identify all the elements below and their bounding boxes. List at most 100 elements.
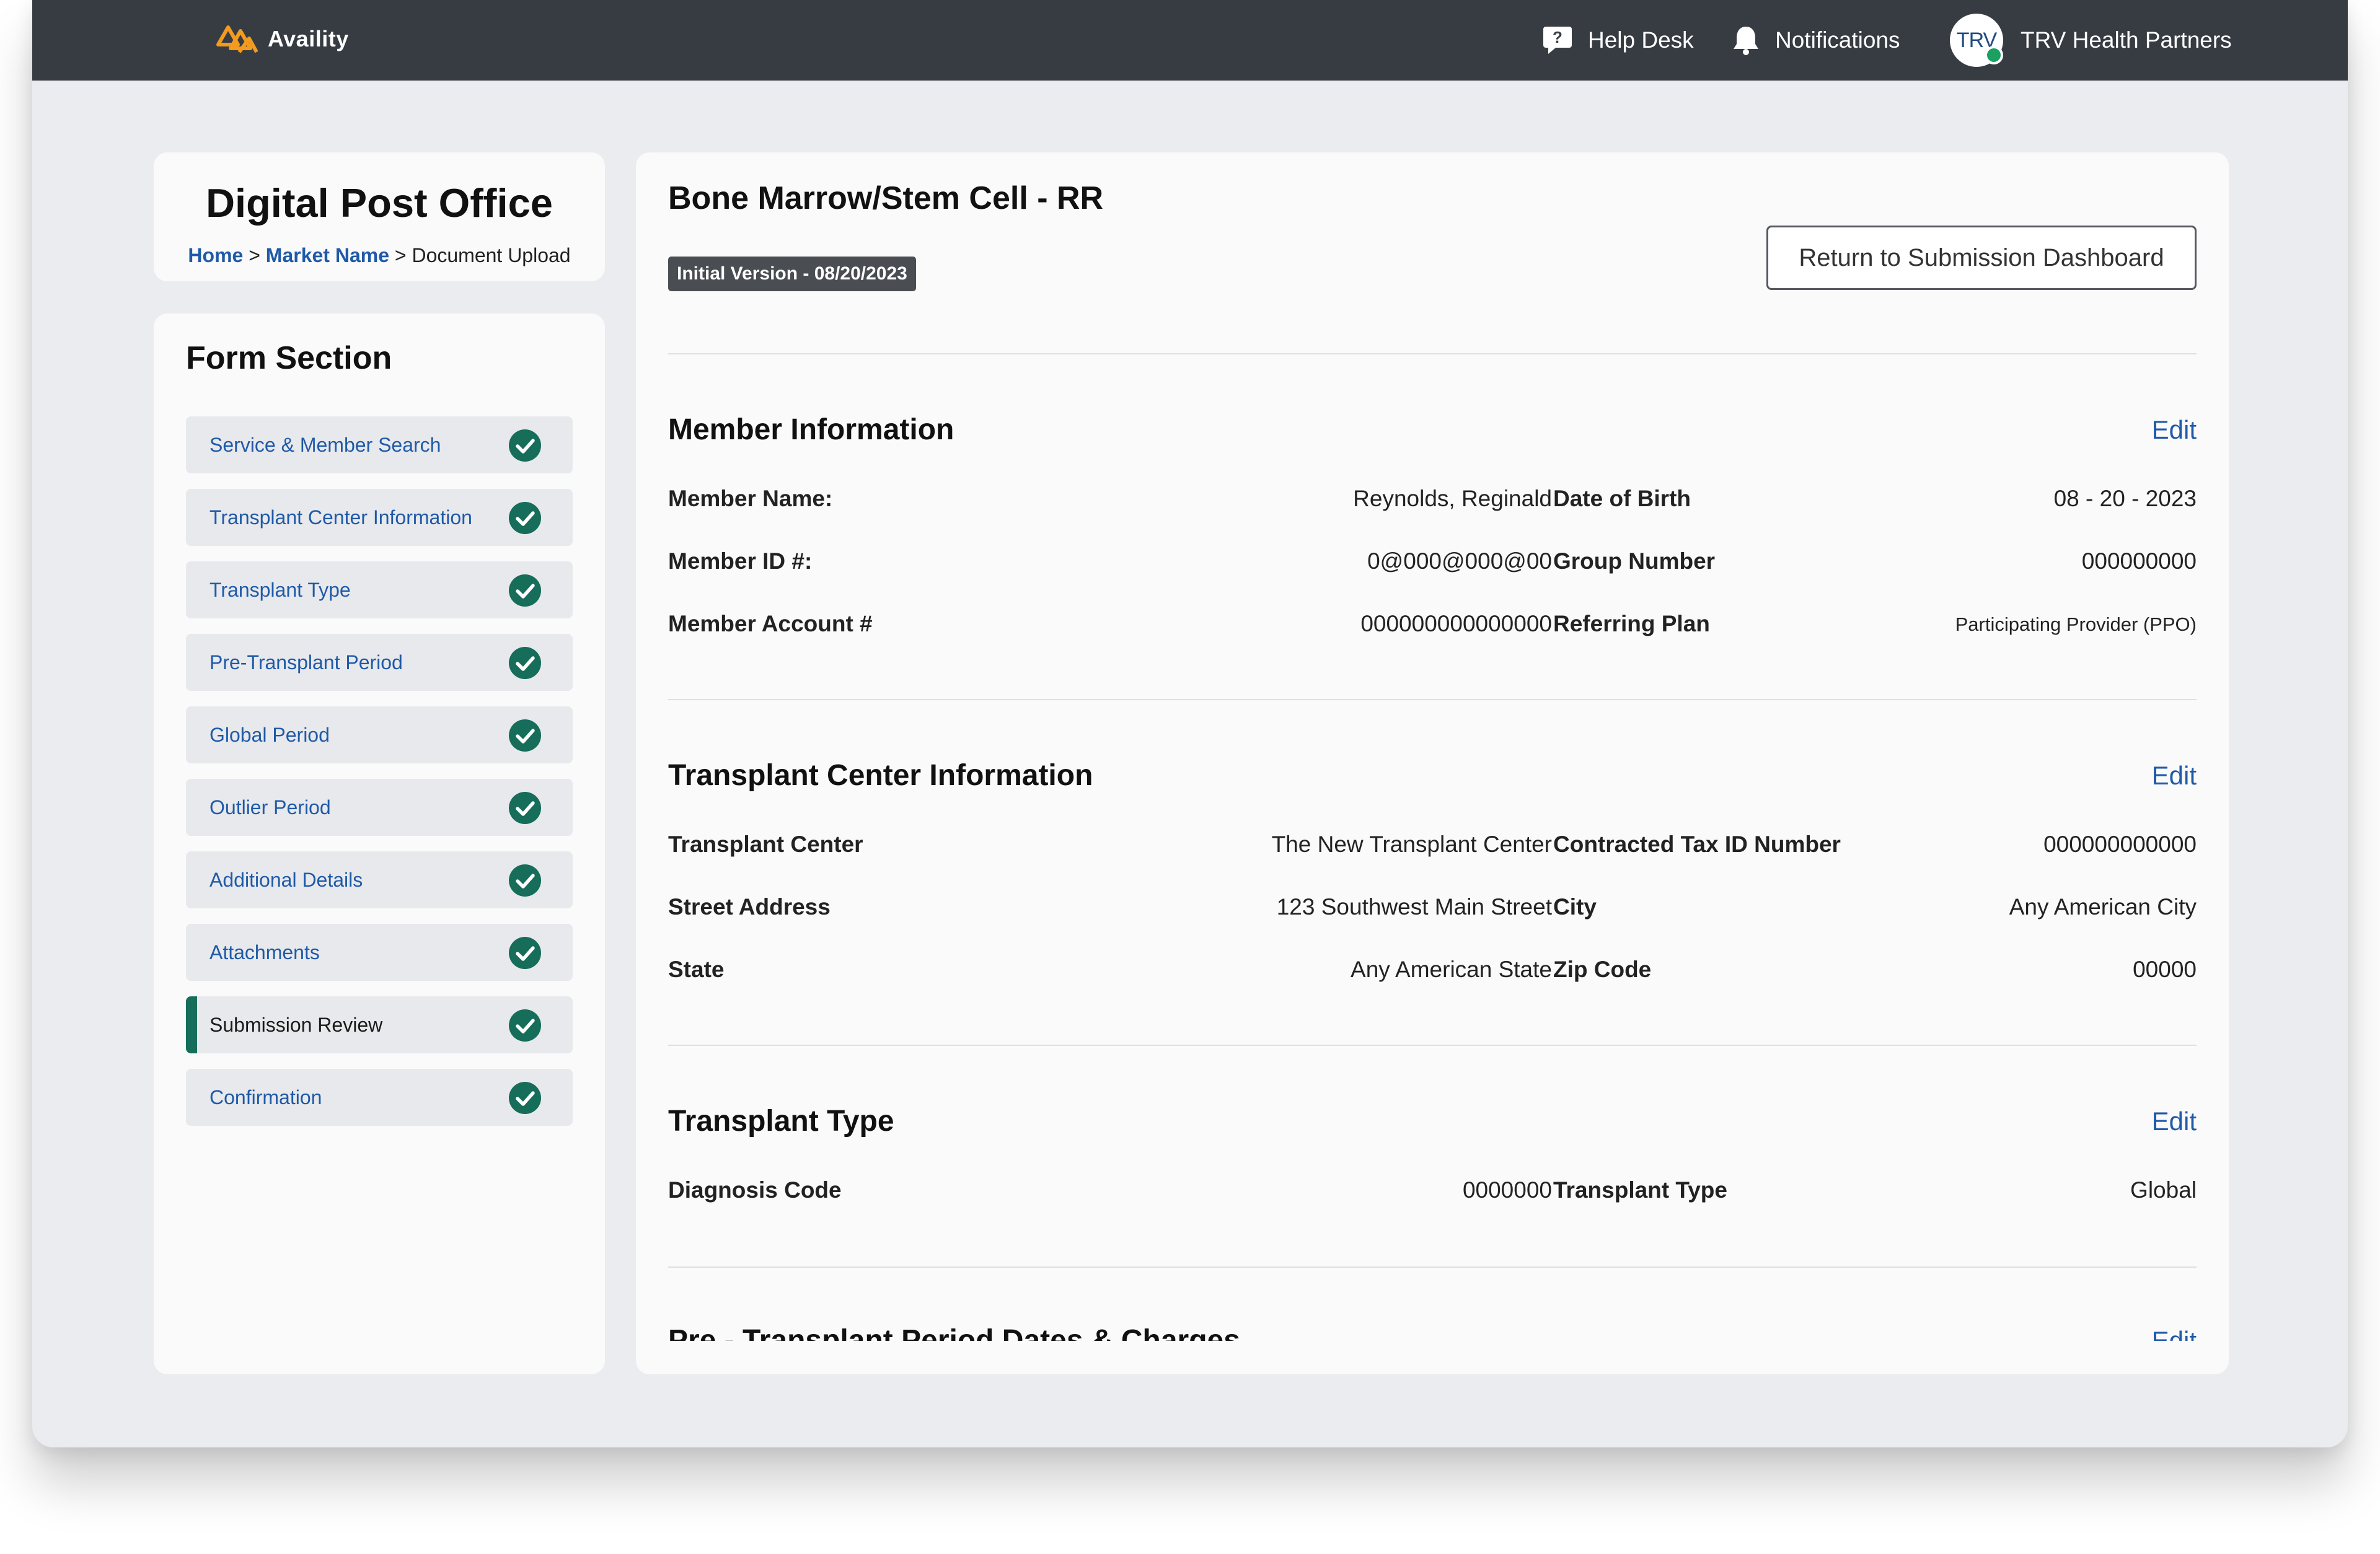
help-desk-link[interactable]: ? Help Desk (1542, 0, 1694, 81)
divider (668, 1266, 2197, 1268)
field-label: Referring Plan (1553, 611, 1710, 636)
form-section-item[interactable]: Pre-Transplant Period (186, 634, 573, 691)
edit-type-link[interactable]: Edit (2152, 1107, 2197, 1136)
form-section-item-label: Transplant Type (209, 578, 351, 601)
form-section-item[interactable]: Transplant Center Information (186, 489, 573, 546)
edit-pre-link[interactable]: Edit (2152, 1326, 2197, 1341)
availity-logo-icon (216, 25, 258, 53)
bell-icon (1732, 24, 1760, 56)
avatar: TRV (1950, 14, 2003, 67)
field-label: Date of Birth (1553, 486, 1691, 511)
check-circle-icon (508, 646, 542, 680)
breadcrumb-current: Document Upload (412, 244, 571, 266)
field-value: 0000000 (1462, 1177, 1552, 1203)
form-section-item-label: Submission Review (209, 1013, 383, 1036)
form-section-item-label: Attachments (209, 941, 320, 964)
form-section-title: Form Section (186, 340, 392, 376)
field-label: Group Number (1553, 548, 1716, 574)
form-section-item-label: Global Period (209, 723, 330, 746)
form-section-item[interactable]: Service & Member Search (186, 416, 573, 473)
check-circle-icon (508, 429, 542, 462)
field-label: Member Name: (668, 486, 833, 511)
edit-member-link[interactable]: Edit (2152, 415, 2197, 445)
app-window: Availity ? Help Desk Notifications TRV T… (32, 0, 2348, 1447)
notifications-link[interactable]: Notifications (1732, 0, 1900, 81)
field-value: Any American State (1351, 957, 1552, 982)
help-chat-icon: ? (1542, 24, 1573, 56)
form-section-item-label: Transplant Center Information (209, 506, 472, 529)
form-section-item-label: Confirmation (209, 1086, 322, 1108)
field-value: Reynolds, Reginald (1353, 486, 1552, 511)
field-value: 08 - 20 - 2023 (2053, 486, 2197, 511)
field-value: The New Transplant Center (1271, 832, 1552, 857)
form-section-card: Form Section Service & Member Search Tran… (154, 314, 605, 1374)
review-scroll-area[interactable]: Bone Marrow/Stem Cell - RR Initial Versi… (636, 152, 2229, 1341)
field-value: Global (2130, 1177, 2197, 1203)
breadcrumb-home-link[interactable]: Home (188, 244, 243, 266)
check-circle-icon (508, 936, 542, 970)
field-label: State (668, 957, 725, 982)
version-badge: Initial Version - 08/20/2023 (668, 257, 916, 291)
form-section-item-label: Pre-Transplant Period (209, 651, 403, 674)
edit-center-link[interactable]: Edit (2152, 761, 2197, 791)
field-value: 00000 (2133, 957, 2197, 982)
field-value: Participating Provider (PPO) (1955, 613, 2197, 635)
form-section-item[interactable]: Submission Review (186, 996, 573, 1053)
online-status-dot (1985, 46, 2003, 64)
notifications-label: Notifications (1775, 27, 1900, 53)
logo-text: Availity (268, 26, 349, 51)
form-section-item[interactable]: Outlier Period (186, 779, 573, 836)
form-section-item[interactable]: Attachments (186, 924, 573, 981)
breadcrumb-separator: > (394, 244, 407, 266)
form-section-item[interactable]: Global Period (186, 706, 573, 763)
account-menu[interactable]: TRV TRV Health Partners (1950, 0, 2232, 81)
divider (668, 1045, 2197, 1046)
field-value: 123 Southwest Main Street (1276, 894, 1552, 920)
section-title: Member Information (668, 413, 954, 446)
breadcrumb-market-link[interactable]: Market Name (266, 244, 389, 266)
check-circle-icon (508, 1081, 542, 1115)
check-circle-icon (508, 501, 542, 535)
submission-review-card: Bone Marrow/Stem Cell - RR Initial Versi… (636, 152, 2229, 1374)
return-to-dashboard-button[interactable]: Return to Submission Dashboard (1766, 226, 2197, 290)
field-label: Street Address (668, 894, 831, 920)
field-value: 0@000@000@00 (1367, 548, 1552, 574)
top-navigation-bar: Availity ? Help Desk Notifications TRV T… (32, 0, 2348, 81)
form-section-item-label: Outlier Period (209, 796, 331, 819)
form-section-item[interactable]: Additional Details (186, 851, 573, 908)
help-desk-label: Help Desk (1588, 27, 1694, 53)
field-value: 000000000000 (2043, 832, 2197, 857)
field-label: City (1553, 894, 1597, 920)
check-circle-icon (508, 574, 542, 607)
check-circle-icon (508, 719, 542, 752)
field-label: Diagnosis Code (668, 1177, 842, 1203)
breadcrumb: Home > Market Name > Document Upload (154, 244, 605, 267)
field-value: 000000000000000 (1360, 611, 1552, 636)
page-title: Digital Post Office (206, 180, 553, 226)
form-section-item[interactable]: Transplant Type (186, 561, 573, 618)
field-label: Member Account # (668, 611, 873, 636)
breadcrumb-separator: > (249, 244, 260, 266)
field-label: Transplant Type (1553, 1177, 1727, 1203)
title-card: Digital Post Office Home > Market Name >… (154, 152, 605, 281)
section-title: Transplant Center Information (668, 759, 1093, 792)
field-label: Member ID #: (668, 548, 813, 574)
section-title: Transplant Type (668, 1105, 894, 1138)
check-circle-icon (508, 864, 542, 897)
check-circle-icon (508, 791, 542, 825)
field-label: Contracted Tax ID Number (1553, 832, 1841, 857)
field-value: 000000000 (2081, 548, 2197, 574)
field-label: Zip Code (1553, 957, 1652, 982)
field-label: Transplant Center (668, 832, 863, 857)
availity-logo[interactable]: Availity (212, 20, 349, 58)
submission-title: Bone Marrow/Stem Cell - RR (668, 180, 1104, 216)
divider (668, 699, 2197, 700)
check-circle-icon (508, 1009, 542, 1042)
form-section-item-label: Additional Details (209, 868, 363, 891)
form-section-item-label: Service & Member Search (209, 433, 441, 456)
divider (668, 353, 2197, 354)
form-section-item[interactable]: Confirmation (186, 1069, 573, 1126)
field-value: Any American City (2009, 894, 2197, 920)
section-title: Pre - Transplant Period Dates & Charges (668, 1324, 1240, 1341)
org-name: TRV Health Partners (2021, 27, 2232, 53)
